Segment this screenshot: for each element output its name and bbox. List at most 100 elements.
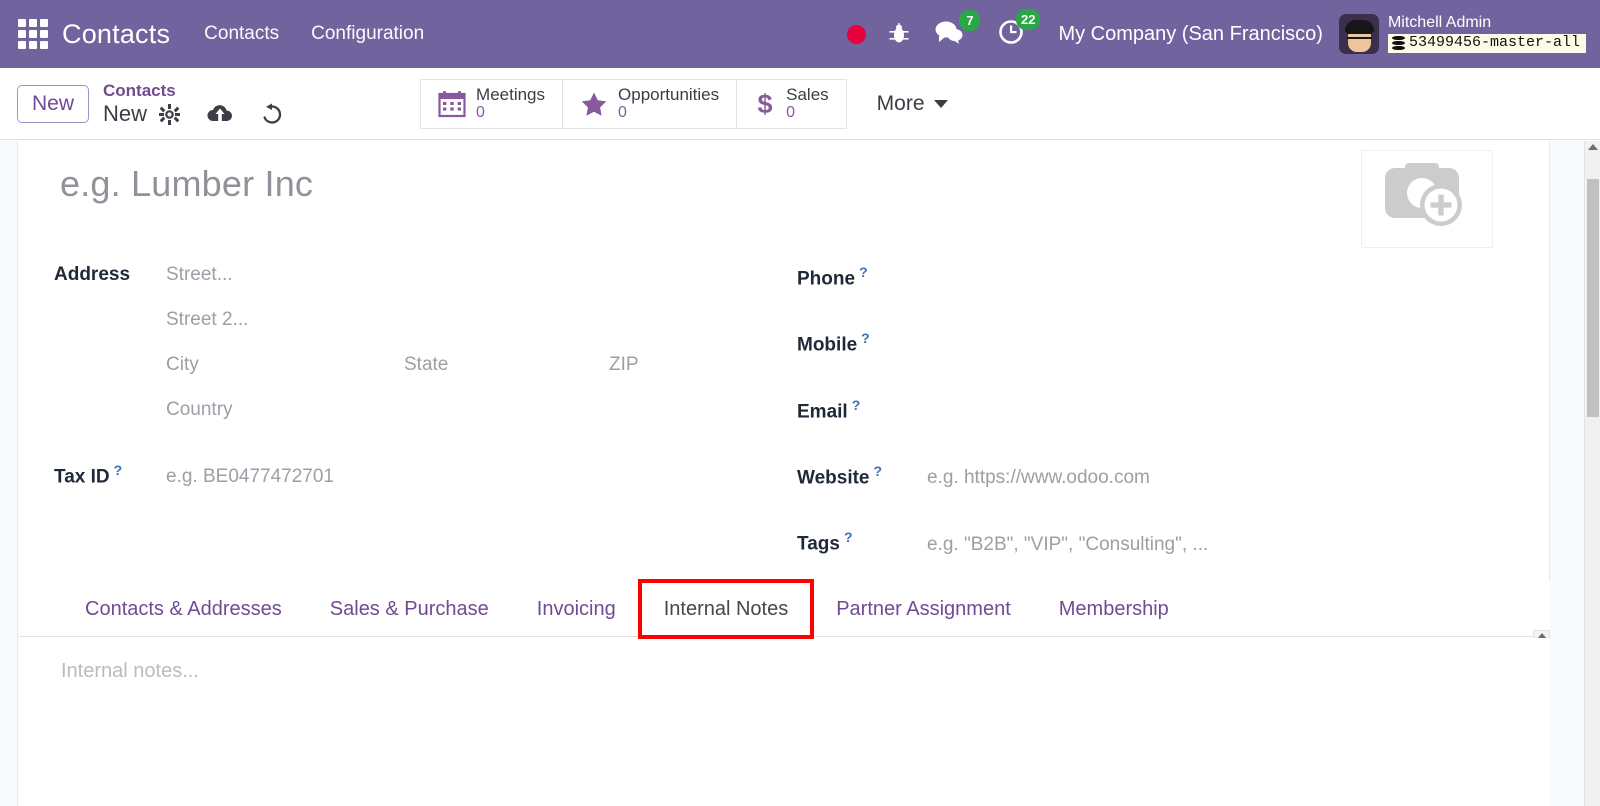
- help-icon-mobile[interactable]: ?: [861, 330, 870, 346]
- field-group-website: Website? e.g. https://www.odoo.com: [797, 463, 1497, 489]
- help-icon-tax-id[interactable]: ?: [114, 462, 123, 478]
- help-icon-phone[interactable]: ?: [859, 264, 868, 280]
- page-scrollbar[interactable]: [1584, 141, 1600, 806]
- stat-button-meetings[interactable]: Meetings 0: [421, 80, 563, 128]
- tab-invoicing[interactable]: Invoicing: [513, 581, 640, 637]
- help-icon-email[interactable]: ?: [852, 397, 861, 413]
- more-dropdown-button[interactable]: More: [865, 79, 960, 129]
- stat-label-opportunities: Opportunities: [618, 85, 719, 104]
- input-state[interactable]: State: [404, 354, 609, 376]
- tab-contacts-addresses[interactable]: Contacts & Addresses: [61, 581, 306, 637]
- nav-menu-contacts[interactable]: Contacts: [204, 23, 279, 45]
- address-lines: Street... Street 2... City State ZIP Cou…: [166, 264, 784, 444]
- internal-notes-placeholder[interactable]: Internal notes...: [61, 660, 199, 683]
- company-selector[interactable]: My Company (San Francisco): [1058, 23, 1323, 46]
- notebook-tabs: Contacts & Addresses Sales & Purchase In…: [19, 581, 1550, 637]
- control-panel: New Contacts New: [0, 68, 1600, 140]
- address-street2-row: Street 2...: [166, 309, 784, 354]
- more-label: More: [877, 92, 925, 116]
- stat-buttons-group: Meetings 0 Opportunities 0 $ Sale: [420, 79, 847, 129]
- database-badge: 53499456-master-all: [1388, 34, 1586, 53]
- stat-label-meetings: Meetings: [476, 85, 545, 104]
- field-group-address: Address Street... Street 2... City State…: [54, 264, 784, 444]
- stat-value-sales: 0: [786, 104, 829, 122]
- field-group-mobile: Mobile?: [797, 330, 1497, 356]
- input-tax-id[interactable]: e.g. BE0477472701: [166, 466, 334, 488]
- messages-count-badge: 7: [959, 10, 980, 31]
- field-label-tags-text: Tags: [797, 534, 840, 555]
- form-column-left: Address Street... Street 2... City State…: [54, 264, 784, 506]
- field-label-tax-id: Tax ID?: [54, 462, 166, 488]
- gear-icon[interactable]: [159, 104, 180, 125]
- nav-menu-configuration[interactable]: Configuration: [311, 23, 424, 45]
- star-icon: [580, 90, 608, 118]
- stat-button-opportunities[interactable]: Opportunities 0: [563, 80, 737, 128]
- input-city[interactable]: City: [166, 354, 404, 376]
- calendar-icon: [438, 90, 466, 118]
- tab-internal-notes[interactable]: Internal Notes: [640, 581, 813, 637]
- breadcrumb-current: New: [103, 102, 147, 127]
- user-menu[interactable]: Mitchell Admin 53499456-master-all: [1339, 14, 1586, 54]
- form-column-right: Phone? Mobile? Email?: [797, 264, 1497, 574]
- field-label-website: Website?: [797, 463, 927, 489]
- input-website[interactable]: e.g. https://www.odoo.com: [927, 467, 1150, 489]
- help-icon-website[interactable]: ?: [874, 463, 883, 479]
- page-body: e.g. Lumber Inc Address Street... Street…: [0, 141, 1600, 806]
- page-scroll-up-arrow-icon[interactable]: [1588, 144, 1598, 150]
- field-group-tax-id: Tax ID? e.g. BE0477472701: [54, 462, 784, 488]
- field-group-phone: Phone?: [797, 264, 1497, 290]
- stat-value-opportunities: 0: [618, 104, 719, 122]
- tab-sales-purchase[interactable]: Sales & Purchase: [306, 581, 513, 637]
- input-zip[interactable]: ZIP: [609, 354, 639, 376]
- messages-icon[interactable]: 7: [934, 20, 964, 49]
- activities-count-badge: 22: [1016, 9, 1040, 30]
- field-label-website-text: Website: [797, 467, 870, 488]
- address-street-row: Street...: [166, 264, 784, 309]
- breadcrumb-parent[interactable]: Contacts: [103, 81, 284, 100]
- tab-partner-assignment[interactable]: Partner Assignment: [812, 581, 1035, 637]
- recording-indicator-icon: [847, 25, 866, 44]
- field-label-mobile-text: Mobile: [797, 335, 857, 356]
- field-label-phone-text: Phone: [797, 268, 855, 289]
- field-group-email: Email?: [797, 397, 1497, 423]
- activities-icon[interactable]: 22: [998, 19, 1024, 50]
- dollar-icon: $: [754, 89, 776, 119]
- new-button[interactable]: New: [17, 85, 89, 123]
- stat-button-sales[interactable]: $ Sales 0: [737, 80, 846, 128]
- database-icon: [1392, 36, 1405, 50]
- avatar: [1339, 14, 1379, 54]
- bug-icon[interactable]: [888, 22, 910, 46]
- add-image-icon[interactable]: [1361, 150, 1493, 248]
- internal-notes-pane[interactable]: Internal notes...: [19, 638, 1550, 806]
- left-gutter: [0, 141, 18, 806]
- field-label-address: Address: [54, 264, 166, 286]
- field-label-mobile: Mobile?: [797, 330, 927, 356]
- apps-grid-icon[interactable]: [18, 19, 48, 49]
- input-country[interactable]: Country: [166, 399, 233, 421]
- stat-value-meetings: 0: [476, 104, 545, 122]
- help-icon-tags[interactable]: ?: [844, 529, 853, 545]
- undo-discard-icon[interactable]: [260, 103, 284, 125]
- app-title[interactable]: Contacts: [62, 19, 170, 50]
- right-gutter: [1550, 141, 1584, 806]
- input-street[interactable]: Street...: [166, 264, 233, 286]
- stat-label-sales: Sales: [786, 85, 829, 104]
- system-tray: 7 22: [847, 19, 1054, 50]
- user-text: Mitchell Admin 53499456-master-all: [1388, 15, 1586, 53]
- user-name: Mitchell Admin: [1388, 15, 1586, 32]
- page-title[interactable]: e.g. Lumber Inc: [60, 163, 313, 205]
- database-name: 53499456-master-all: [1409, 35, 1580, 51]
- tab-membership[interactable]: Membership: [1035, 581, 1193, 637]
- cloud-upload-save-icon[interactable]: [206, 103, 234, 125]
- page-scrollbar-thumb[interactable]: [1587, 179, 1599, 417]
- top-navbar: Contacts Contacts Configuration 7: [0, 0, 1600, 68]
- svg-text:$: $: [758, 89, 773, 119]
- input-street2[interactable]: Street 2...: [166, 309, 248, 331]
- breadcrumb: Contacts New: [103, 81, 284, 127]
- input-tags[interactable]: e.g. "B2B", "VIP", "Consulting", ...: [927, 534, 1208, 556]
- field-label-phone: Phone?: [797, 264, 927, 290]
- notebook-tabs-bar: Contacts & Addresses Sales & Purchase In…: [19, 581, 1550, 637]
- field-label-tags: Tags?: [797, 529, 927, 555]
- address-city-state-zip-row: City State ZIP: [166, 354, 784, 399]
- address-country-row: Country: [166, 399, 784, 444]
